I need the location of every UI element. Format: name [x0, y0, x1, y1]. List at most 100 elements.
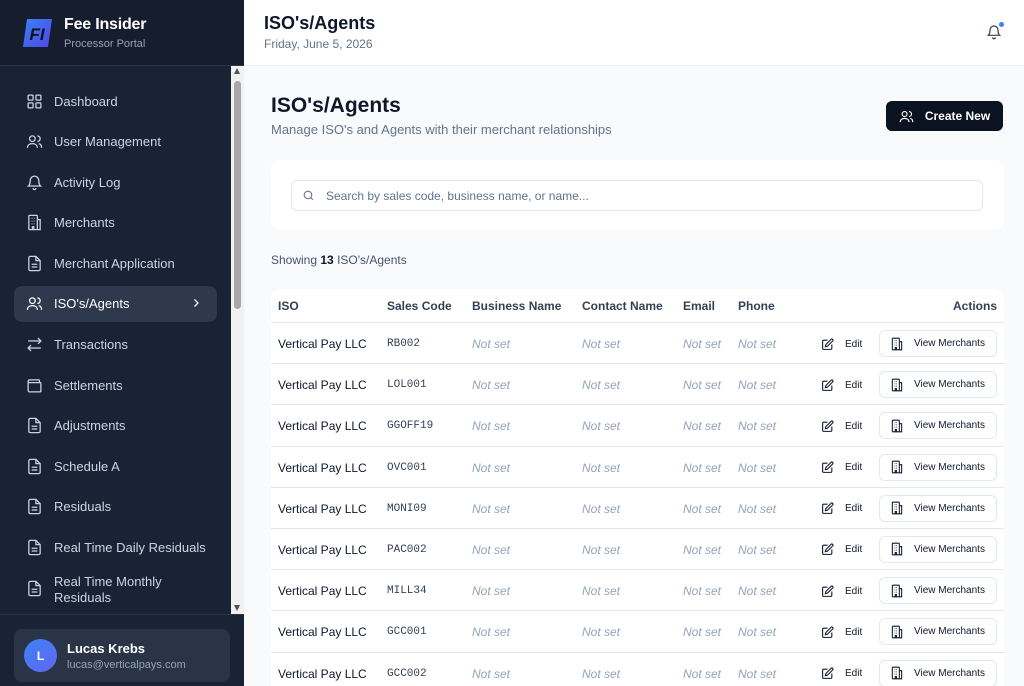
email-cell: Not set — [683, 584, 722, 599]
user-profile-card[interactable]: L Lucas Krebs lucas@verticalpays.com — [14, 629, 230, 682]
iso-cell: Vertical Pay LLC — [278, 378, 367, 393]
sidebar-scrollbar[interactable] — [231, 66, 244, 614]
building-icon — [891, 378, 903, 392]
sidebar-item-settlements[interactable]: Settlements — [14, 367, 217, 403]
edit-icon — [822, 502, 834, 515]
sidebar-item-label: Real Time Daily Residuals — [54, 540, 206, 556]
email-cell: Not set — [683, 419, 722, 434]
column-header-contact-name[interactable]: Contact Name — [582, 299, 663, 313]
phone-cell: Not set — [738, 501, 777, 516]
edit-label: Edit — [845, 585, 863, 597]
edit-button[interactable]: Edit — [821, 332, 862, 356]
create-new-button[interactable]: Create New — [886, 101, 1003, 131]
edit-icon — [822, 379, 834, 391]
sidebar-item-transactions[interactable]: Transactions — [14, 327, 217, 363]
view-merchants-label: View Merchants — [914, 379, 985, 391]
brand-name: Fee Insider — [64, 15, 147, 33]
sidebar-item-schedule-a[interactable]: Schedule A — [14, 448, 217, 484]
users-icon — [26, 133, 43, 150]
search-box[interactable] — [291, 180, 983, 211]
table-row: Vertical Pay LLC MILL34 Not set Not set … — [271, 570, 1004, 612]
phone-cell: Not set — [738, 542, 777, 557]
view-merchants-button[interactable]: View Merchants — [879, 659, 997, 686]
iso-cell: Vertical Pay LLC — [278, 419, 367, 434]
file-icon — [26, 458, 43, 475]
building-icon — [891, 666, 903, 680]
edit-button[interactable]: Edit — [821, 497, 862, 521]
edit-icon — [822, 585, 834, 597]
sidebar-item-merchant-application[interactable]: Merchant Application — [14, 245, 217, 281]
view-merchants-button[interactable]: View Merchants — [879, 371, 997, 399]
search-icon — [303, 190, 314, 201]
sidebar-item-activity-log[interactable]: Activity Log — [14, 164, 217, 200]
building-icon — [891, 460, 903, 474]
sidebar-item-label: Residuals — [54, 499, 112, 515]
sidebar-item-iso-agents[interactable]: ISO's/Agents — [14, 285, 217, 322]
edit-button[interactable]: Edit — [821, 620, 862, 644]
column-header-iso[interactable]: ISO — [278, 299, 299, 313]
results-count: Showing 13 ISO's/Agents — [271, 253, 407, 267]
main-content: ISO's/Agents Manage ISO's and Agents wit… — [244, 66, 1024, 686]
edit-button[interactable]: Edit — [821, 373, 862, 397]
sidebar-item-real-time-daily-residuals[interactable]: Real Time Daily Residuals — [14, 530, 217, 566]
email-cell: Not set — [683, 337, 722, 351]
edit-button[interactable]: Edit — [821, 456, 862, 480]
users-icon — [26, 295, 43, 312]
search-input[interactable] — [326, 188, 966, 203]
column-header-business-name[interactable]: Business Name — [472, 299, 561, 313]
header-title: ISO's/Agents — [264, 13, 376, 33]
sidebar-item-adjustments[interactable]: Adjustments — [14, 408, 217, 444]
phone-cell: Not set — [738, 625, 777, 640]
brand-subtitle: Processor Portal — [64, 37, 146, 50]
iso-cell: Vertical Pay LLC — [278, 542, 367, 557]
sidebar-item-label: Settlements — [54, 377, 123, 393]
edit-icon — [822, 461, 834, 473]
edit-button[interactable]: Edit — [821, 414, 862, 438]
view-merchants-button[interactable]: View Merchants — [879, 412, 997, 440]
email-cell: Not set — [683, 378, 722, 393]
view-merchants-button[interactable]: View Merchants — [879, 618, 997, 646]
sidebar-item-label: Merchants — [54, 215, 115, 231]
column-header-phone[interactable]: Phone — [738, 299, 775, 313]
view-merchants-button[interactable]: View Merchants — [879, 330, 997, 357]
column-header-email[interactable]: Email — [683, 299, 715, 313]
view-merchants-button[interactable]: View Merchants — [879, 535, 997, 563]
edit-icon — [822, 667, 834, 679]
email-cell: Not set — [683, 501, 722, 516]
page-subtitle: Manage ISO's and Agents with their merch… — [271, 122, 612, 137]
scroll-up-arrow[interactable] — [234, 68, 240, 74]
scroll-thumb[interactable] — [234, 81, 241, 309]
edit-label: Edit — [845, 626, 863, 638]
view-merchants-button[interactable]: View Merchants — [879, 494, 997, 522]
sidebar-item-dashboard[interactable]: Dashboard — [14, 83, 217, 119]
sidebar-item-label: Activity Log — [54, 174, 121, 190]
column-header-sales-code[interactable]: Sales Code — [387, 299, 452, 313]
sidebar-item-residuals[interactable]: Residuals — [14, 489, 217, 525]
brand[interactable]: FI Fee Insider Processor Portal — [0, 0, 244, 66]
user-name: Lucas Krebs — [67, 640, 146, 656]
view-merchants-label: View Merchants — [914, 585, 985, 597]
top-header: ISO's/Agents Friday, June 5, 2026 — [244, 0, 1024, 66]
sidebar-item-merchants[interactable]: Merchants — [14, 205, 217, 241]
iso-cell: Vertical Pay LLC — [278, 460, 367, 475]
sidebar-item-label: User Management — [54, 134, 161, 150]
phone-cell: Not set — [738, 419, 777, 434]
edit-button[interactable]: Edit — [821, 662, 862, 686]
view-merchants-button[interactable]: View Merchants — [879, 453, 997, 481]
building-icon — [891, 337, 903, 350]
edit-icon — [822, 543, 834, 556]
scroll-down-arrow[interactable] — [234, 605, 240, 611]
edit-button[interactable]: Edit — [821, 579, 862, 603]
file-icon — [26, 580, 43, 597]
sidebar-item-label: Dashboard — [54, 93, 118, 109]
sidebar-item-user-management[interactable]: User Management — [14, 124, 217, 160]
view-merchants-button[interactable]: View Merchants — [879, 577, 997, 605]
sidebar-item-real-time-monthly-residuals[interactable]: Real Time Monthly Residuals — [14, 570, 217, 610]
file-icon — [26, 255, 43, 272]
edit-button[interactable]: Edit — [821, 538, 862, 562]
building-icon — [891, 543, 903, 556]
chevron-right-icon — [194, 299, 199, 307]
create-new-label: Create New — [924, 109, 991, 123]
table-row: Vertical Pay LLC GGOFF19 Not set Not set… — [271, 405, 1004, 447]
contact-name-cell: Not set — [582, 501, 621, 516]
